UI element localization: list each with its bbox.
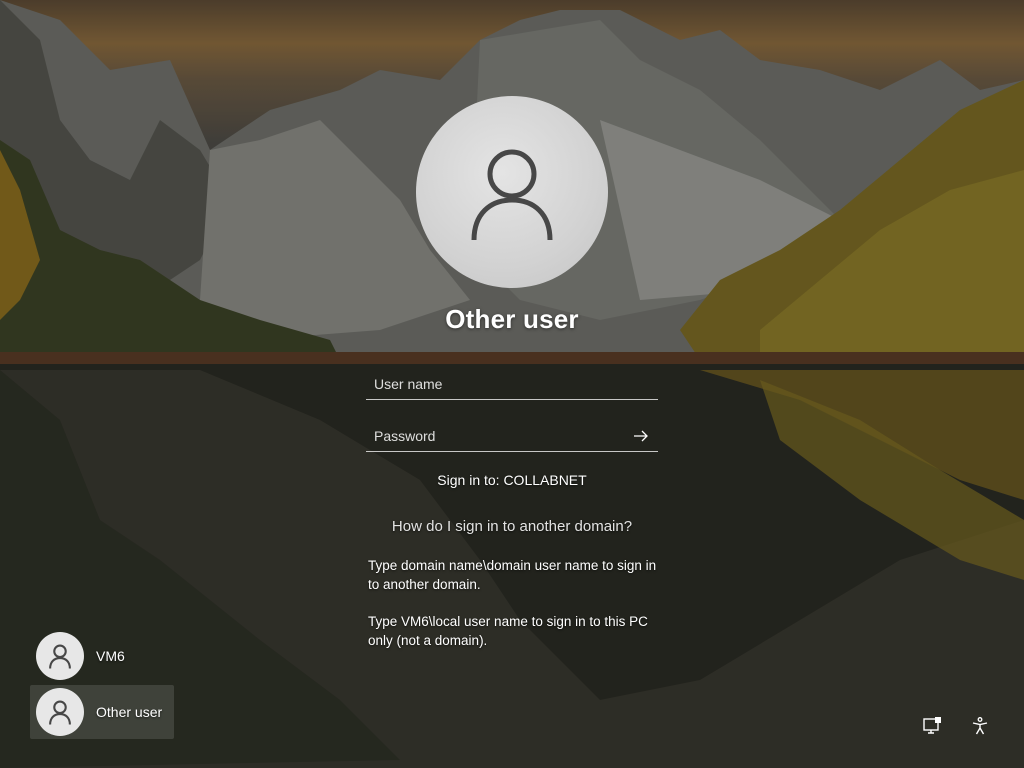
user-avatar bbox=[416, 96, 608, 288]
username-field-wrapper bbox=[366, 370, 658, 400]
password-input[interactable] bbox=[366, 422, 658, 450]
user-avatar-small bbox=[36, 688, 84, 736]
user-tile-other-user[interactable]: Other user bbox=[30, 685, 174, 739]
user-tile-label: VM6 bbox=[96, 648, 125, 664]
sign-in-domain-label: Sign in to: COLLABNET bbox=[437, 472, 587, 488]
accessibility-button[interactable] bbox=[968, 714, 992, 738]
domain-help-text-1: Type domain name\domain user name to sig… bbox=[368, 558, 657, 592]
user-tile-vm6[interactable]: VM6 bbox=[30, 629, 174, 683]
domain-help-link[interactable]: How do I sign in to another domain? bbox=[312, 518, 712, 535]
user-avatar-small bbox=[36, 632, 84, 680]
user-tile-label: Other user bbox=[96, 704, 163, 720]
person-icon bbox=[49, 644, 71, 669]
arrow-right-icon bbox=[634, 430, 648, 442]
network-button[interactable] bbox=[920, 714, 944, 738]
person-icon bbox=[471, 149, 553, 241]
username-input[interactable] bbox=[366, 370, 658, 398]
accessibility-icon bbox=[972, 717, 988, 735]
person-icon bbox=[49, 700, 71, 725]
user-name-title: Other user bbox=[445, 304, 579, 334]
submit-button[interactable] bbox=[630, 426, 652, 446]
domain-help-text-2: Type VM6\local user name to sign in to t… bbox=[368, 614, 648, 648]
network-icon bbox=[923, 717, 941, 734]
password-field-wrapper bbox=[366, 422, 658, 452]
